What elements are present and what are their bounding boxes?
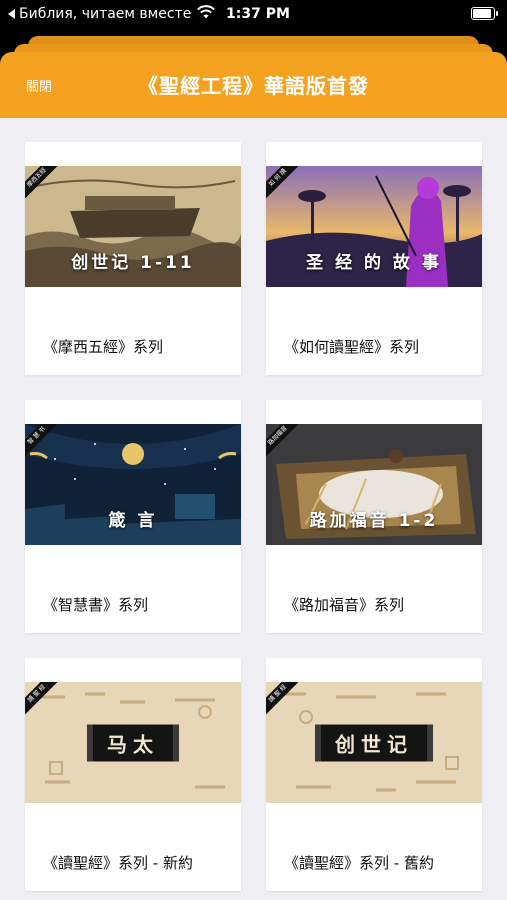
back-to-app[interactable]: Библия, читаем вместе xyxy=(8,6,191,22)
video-thumbnail: 如 何 讀 圣 经 的 故 事 xyxy=(266,166,482,287)
status-bar: Библия, читаем вместе 1:37 PM xyxy=(0,0,507,28)
video-thumbnail: 路加福音 路加福音 1-2 xyxy=(266,424,482,545)
series-card-wisdom[interactable]: 智 慧 书 箴 言 《智慧書》系列 xyxy=(25,400,241,633)
battery-icon xyxy=(471,7,498,20)
wifi-icon xyxy=(197,5,215,19)
back-app-label: Библия, читаем вместе xyxy=(19,6,192,22)
book-title-banner: 马太 xyxy=(87,724,179,761)
modal-header: 關閉 《聖經工程》華語版首發 xyxy=(0,52,507,118)
series-card-read-scripture-nt[interactable]: 讀 聖 經 马太 《讀聖經》系列 - 新約 xyxy=(25,658,241,891)
video-series-grid: 摩西五經 创世记 1-11 《摩西五經》系列 如 何 讀 圣 经 的 故 事 《… xyxy=(0,118,507,900)
series-card-luke[interactable]: 路加福音 路加福音 1-2 《路加福音》系列 xyxy=(266,400,482,633)
video-thumbnail: 讀 聖 經 马太 xyxy=(25,682,241,803)
series-title: 《如何讀聖經》系列 xyxy=(284,338,420,356)
series-title: 《讀聖經》系列 - 新約 xyxy=(43,854,193,872)
series-card-how-to-read[interactable]: 如 何 讀 圣 经 的 故 事 《如何讀聖經》系列 xyxy=(266,142,482,375)
series-title: 《路加福音》系列 xyxy=(284,596,405,614)
video-thumbnail: 讀 聖 經 创世记 xyxy=(266,682,482,803)
thumbnail-caption: 圣 经 的 故 事 xyxy=(306,253,442,273)
thumbnail-caption: 箴 言 xyxy=(108,511,158,531)
series-card-pentateuch[interactable]: 摩西五經 创世记 1-11 《摩西五經》系列 xyxy=(25,142,241,375)
video-thumbnail: 摩西五經 创世记 1-11 xyxy=(25,166,241,287)
series-title: 《讀聖經》系列 - 舊約 xyxy=(284,854,434,872)
video-thumbnail: 智 慧 书 箴 言 xyxy=(25,424,241,545)
page-title: 《聖經工程》華語版首發 xyxy=(138,74,369,98)
series-title: 《摩西五經》系列 xyxy=(43,338,164,356)
thumbnail-caption: 路加福音 1-2 xyxy=(309,511,439,531)
thumbnail-caption: 创世记 1-11 xyxy=(71,253,195,273)
series-card-read-scripture-ot[interactable]: 讀 聖 經 创世记 《讀聖經》系列 - 舊約 xyxy=(266,658,482,891)
series-title: 《智慧書》系列 xyxy=(43,596,149,614)
back-arrow-icon xyxy=(8,9,15,19)
book-title-banner: 创世记 xyxy=(315,724,433,761)
status-time: 1:37 PM xyxy=(226,6,290,22)
